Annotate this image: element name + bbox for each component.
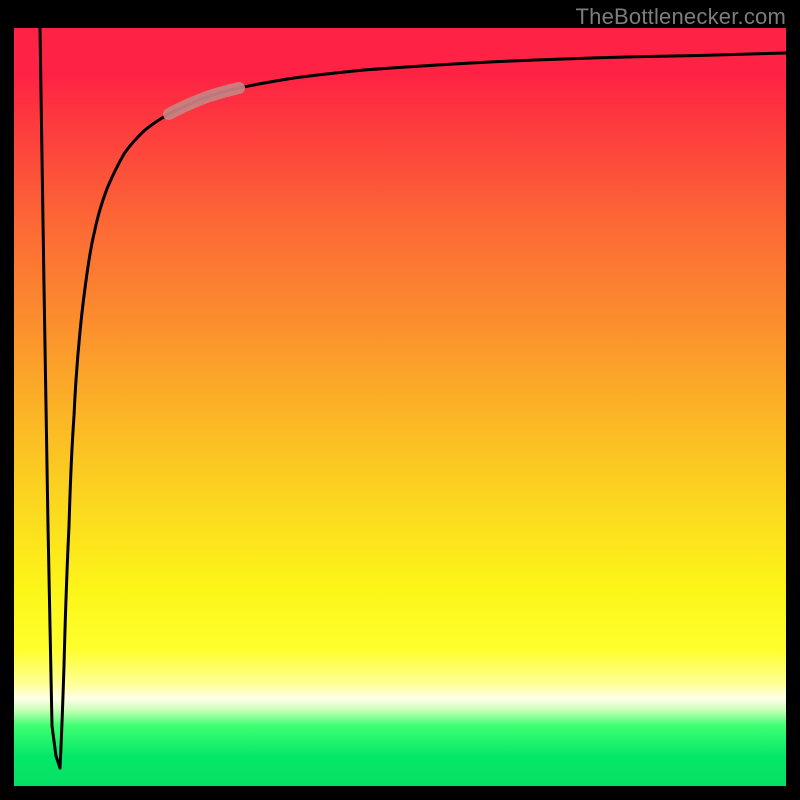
recovery-path <box>60 53 786 768</box>
highlight-segment-path <box>169 88 239 114</box>
attribution-label: TheBottlenecker.com <box>576 4 786 30</box>
chart-frame <box>14 28 786 786</box>
curve-overlay <box>14 28 786 786</box>
spike-path <box>40 28 60 768</box>
